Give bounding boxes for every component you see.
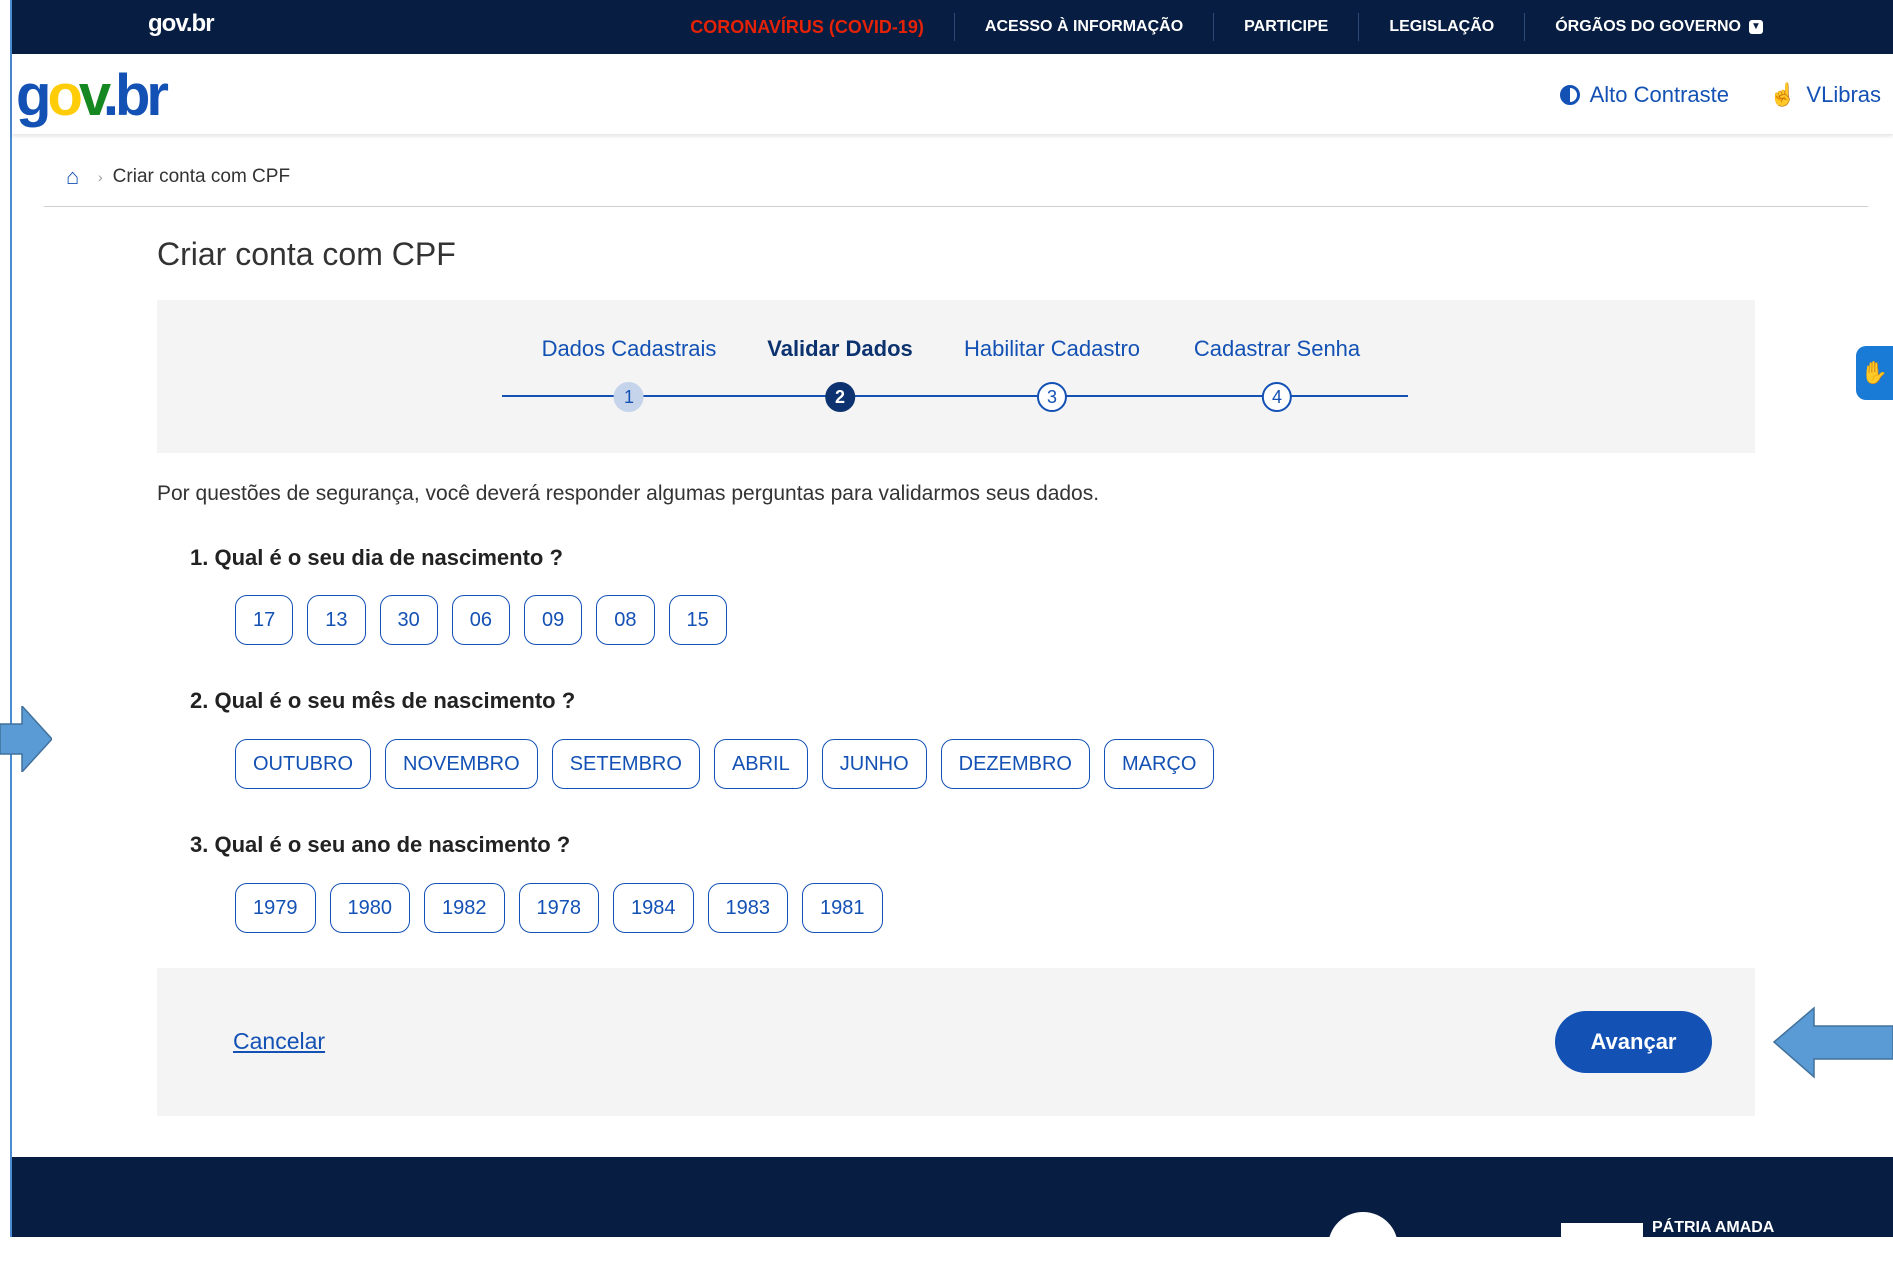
home-icon[interactable]: ⌂: [66, 166, 88, 188]
step-number: 3: [1036, 382, 1067, 412]
step-cadastrar-senha: Cadastrar Senha 4: [1194, 336, 1360, 412]
step-number: 4: [1261, 382, 1292, 412]
step-label: Habilitar Cadastro: [963, 336, 1141, 361]
sign-language-icon: ☝: [1769, 82, 1797, 107]
form-actions: Cancelar Avançar: [157, 968, 1755, 1116]
brasil-flag-logo: [1561, 1223, 1643, 1237]
question-year: 3. Qual é o seu ano de nascimento ?: [190, 832, 571, 857]
option-button[interactable]: 1978: [518, 883, 599, 933]
security-intro-text: Por questões de segurança, você deverá r…: [157, 482, 1100, 505]
top-navigation-bar: gov.br CORONAVÍRUS (COVID-19) ACESSO À I…: [12, 0, 1893, 54]
site-header: gov.br Alto Contraste ☝ VLibras: [12, 54, 1893, 134]
contrast-icon: [1559, 85, 1580, 105]
option-button[interactable]: 30: [379, 595, 438, 645]
option-button[interactable]: 1982: [424, 883, 505, 933]
option-button[interactable]: DEZEMBRO: [940, 739, 1090, 789]
step-label: Validar Dados: [767, 336, 913, 361]
option-button[interactable]: SETEMBRO: [551, 739, 700, 789]
divider: [44, 206, 1868, 207]
window-left-border: [10, 0, 12, 1237]
option-button[interactable]: 15: [668, 595, 727, 645]
advance-button[interactable]: Avançar: [1555, 1011, 1712, 1073]
nav-link-acesso-informacao[interactable]: ACESSO À INFORMAÇÃO: [953, 13, 1213, 41]
cancel-link[interactable]: Cancelar: [233, 1028, 325, 1055]
step-dados-cadastrais: Dados Cadastrais 1: [541, 336, 717, 412]
option-button[interactable]: 08: [596, 595, 655, 645]
top-nav-links: CORONAVÍRUS (COVID-19) ACESSO À INFORMAÇ…: [660, 0, 1893, 54]
vlibras-widget-tab[interactable]: ✋: [1856, 346, 1893, 400]
vlibras-toggle[interactable]: ☝ VLibras: [1769, 82, 1881, 108]
question-month: 2. Qual é o seu mês de nascimento ?: [190, 688, 576, 713]
step-habilitar-cadastro: Habilitar Cadastro 3: [964, 336, 1140, 412]
question-day: 1. Qual é o seu dia de nascimento ?: [190, 545, 563, 570]
option-button[interactable]: 1979: [235, 883, 316, 933]
options-year: 1979 1980 1982 1978 1984 1983 1981: [235, 883, 883, 933]
high-contrast-label: Alto Contraste: [1589, 82, 1729, 107]
right-annotation-arrow-icon: [1772, 1006, 1893, 1079]
breadcrumb: ⌂ › Criar conta com CPF: [66, 166, 290, 188]
option-button[interactable]: 09: [524, 595, 583, 645]
options-day: 17 13 30 06 09 08 15: [235, 595, 727, 645]
option-button[interactable]: JUNHO: [821, 739, 927, 789]
accessibility-tools: Alto Contraste ☝ VLibras: [1559, 82, 1881, 108]
nav-link-legislacao[interactable]: LEGISLAÇÃO: [1358, 13, 1524, 41]
progress-stepper: Dados Cadastrais 1 Validar Dados 2 Habil…: [157, 300, 1755, 453]
option-button[interactable]: 17: [235, 595, 294, 645]
govbr-logo[interactable]: gov.br: [16, 62, 169, 129]
breadcrumb-current: Criar conta com CPF: [112, 166, 291, 187]
option-button[interactable]: 1980: [329, 883, 410, 933]
step-validar-dados: Validar Dados 2: [767, 336, 913, 412]
option-button[interactable]: OUTUBRO: [235, 739, 371, 789]
sign-language-icon: ✋: [1860, 360, 1889, 385]
option-button[interactable]: ABRIL: [713, 739, 808, 789]
step-number: 2: [824, 382, 855, 412]
high-contrast-toggle[interactable]: Alto Contraste: [1559, 82, 1729, 108]
page-title: Criar conta com CPF: [157, 236, 456, 272]
nav-link-orgaos-governo[interactable]: ÓRGÃOS DO GOVERNO ▼: [1524, 13, 1893, 41]
breadcrumb-separator: ›: [98, 169, 103, 185]
option-button[interactable]: 1983: [707, 883, 788, 933]
nav-link-covid[interactable]: CORONAVÍRUS (COVID-19): [660, 13, 954, 41]
step-label: Cadastrar Senha: [1193, 336, 1361, 361]
option-button[interactable]: 1981: [802, 883, 883, 933]
option-button[interactable]: 13: [307, 595, 366, 645]
vlibras-label: VLibras: [1806, 82, 1881, 107]
nav-link-orgaos-label: ÓRGÃOS DO GOVERNO: [1555, 18, 1741, 35]
access-info-logo: [1328, 1212, 1398, 1282]
step-number: 1: [614, 382, 644, 412]
chevron-down-icon: ▼: [1749, 20, 1763, 34]
option-button[interactable]: 1984: [613, 883, 694, 933]
left-annotation-arrow-icon: [0, 706, 52, 772]
option-button[interactable]: NOVEMBRO: [385, 739, 538, 789]
site-footer: PÁTRIA AMADA: [12, 1157, 1893, 1282]
top-logo[interactable]: gov.br: [148, 10, 215, 38]
option-button[interactable]: MARÇO: [1103, 739, 1215, 789]
nav-link-participe[interactable]: PARTICIPE: [1213, 13, 1358, 41]
options-month: OUTUBRO NOVEMBRO SETEMBRO ABRIL JUNHO DE…: [235, 739, 1215, 789]
step-label: Dados Cadastrais: [541, 336, 717, 361]
patria-amada-logo-text: PÁTRIA AMADA: [1652, 1219, 1775, 1236]
option-button[interactable]: 06: [451, 595, 510, 645]
